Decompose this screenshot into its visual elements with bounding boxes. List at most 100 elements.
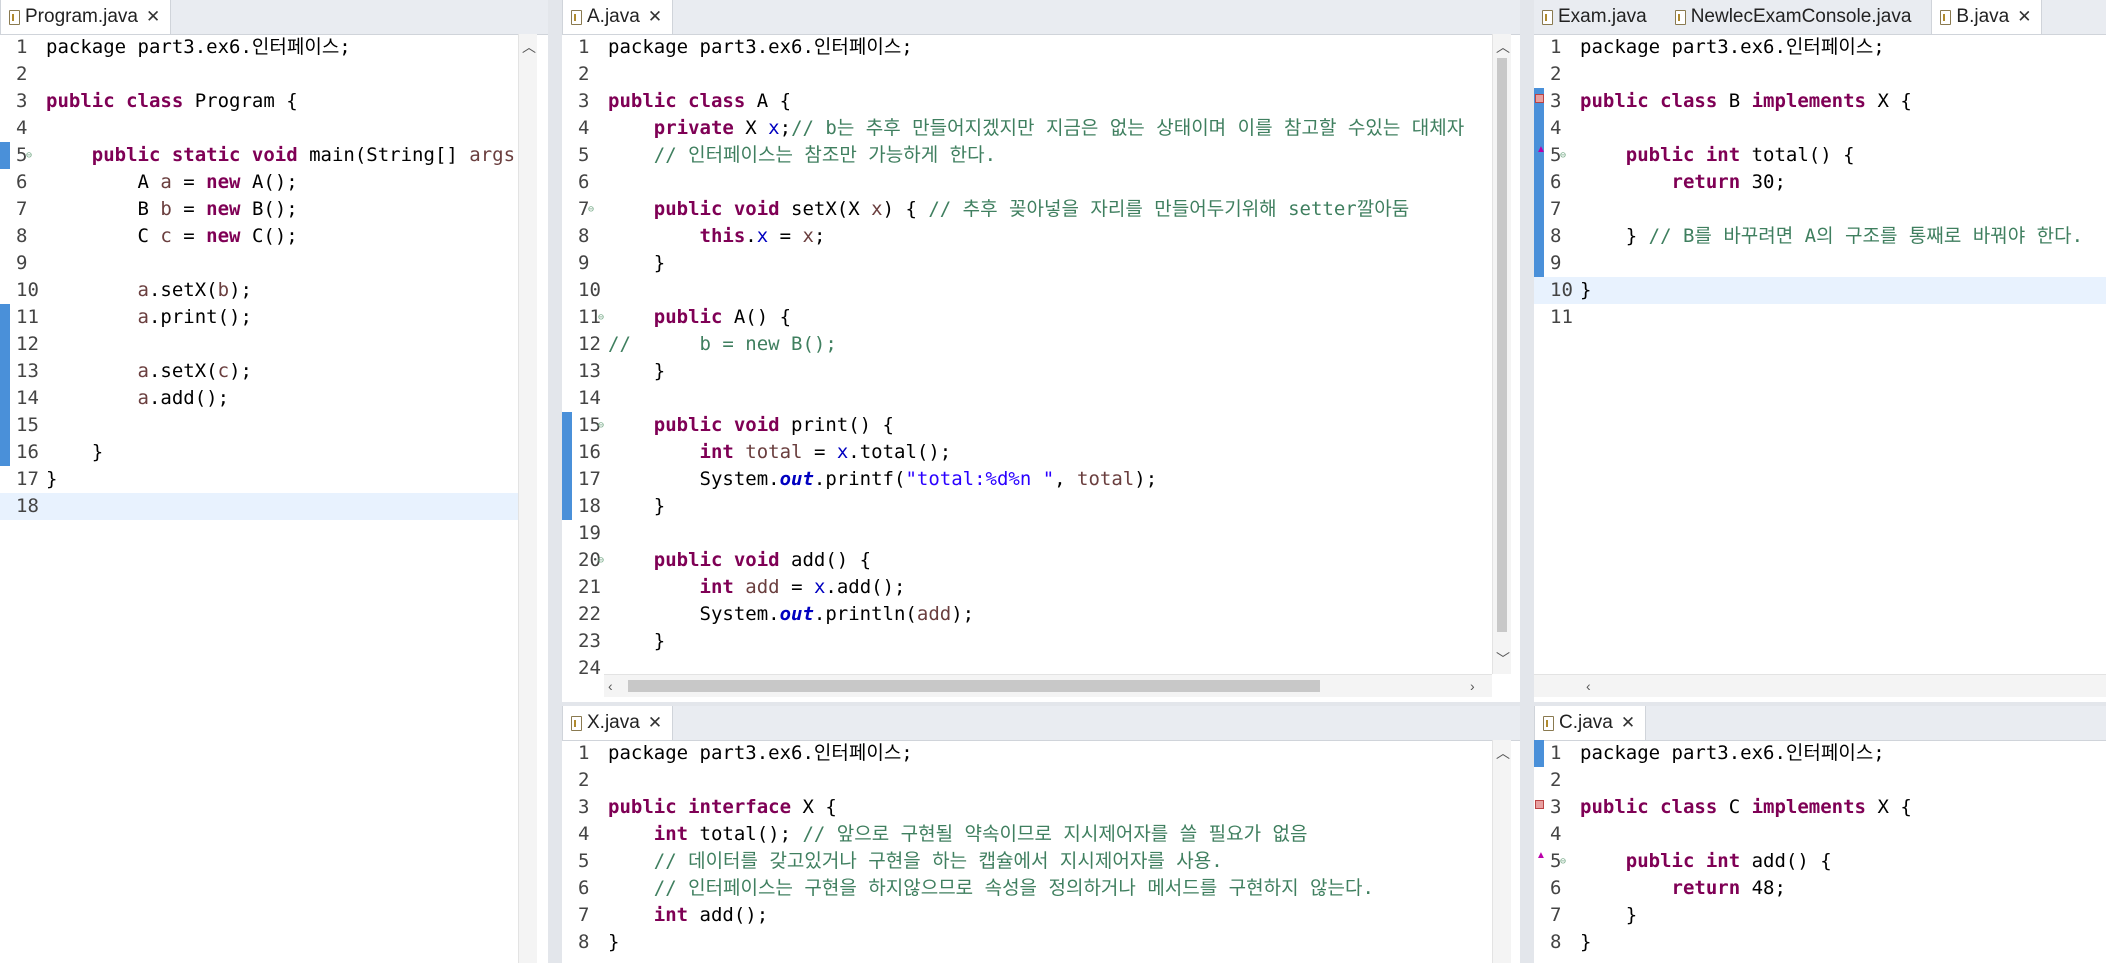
code-line[interactable]: 8 C c = new C(); (0, 223, 518, 250)
fold-toggle-icon[interactable]: ⊖ (1560, 142, 1566, 169)
code-line[interactable]: 21 int add = x.add(); (562, 574, 1494, 601)
scroll-down-arrow-icon[interactable]: ﹀ (1496, 650, 1510, 668)
fold-toggle-icon[interactable]: ⊖ (26, 142, 32, 169)
code-line[interactable]: 10 a.setX(b); (0, 277, 518, 304)
code-line[interactable]: 3 public class B implements X { (1534, 88, 2106, 115)
code-line[interactable]: 7 (1534, 196, 2106, 223)
fold-toggle-icon[interactable]: ⊖ (598, 412, 604, 439)
code-line[interactable]: 15 (0, 412, 518, 439)
code-line[interactable]: 5 ⊖ public int total() { (1534, 142, 2106, 169)
code-line[interactable]: 1 package part3.ex6.인터페이스; (1534, 34, 2106, 61)
code-line[interactable]: 7 B b = new B(); (0, 196, 518, 223)
code-line[interactable]: 8} (562, 929, 1494, 956)
code-line[interactable]: 2 (562, 61, 1494, 88)
code-line[interactable]: 13 } (562, 358, 1494, 385)
vertical-scrollbar-program[interactable]: ︿ (518, 34, 537, 963)
code-line[interactable]: 4 (0, 115, 518, 142)
tab-b-1[interactable]: NewlecExamConsole.java (1667, 0, 1922, 34)
scroll-up-arrow-icon[interactable]: ︿ (1496, 38, 1510, 56)
code-line[interactable]: 7 ⊖ public void setX(X x) { // 추후 꽂아넣을 자리… (562, 196, 1494, 223)
code-line[interactable]: 9 (0, 250, 518, 277)
code-line[interactable]: 15 ⊖ public void print() { (562, 412, 1494, 439)
tab-b-2[interactable]: B.java ✕ (1931, 0, 2043, 34)
code-line[interactable]: 4 (1534, 821, 2106, 848)
code-line[interactable]: 5 ⊖ public int add() { (1534, 848, 2106, 875)
code-line[interactable]: 6 // 인터페이스는 구현을 하지않으므로 속성을 정의하거나 메서드를 구현… (562, 875, 1494, 902)
code-line[interactable]: 19 (562, 520, 1494, 547)
scroll-up-arrow-icon[interactable]: ︿ (522, 38, 536, 56)
vertical-scrollbar-x[interactable]: ︿ (1492, 740, 1511, 963)
close-icon[interactable]: ✕ (648, 713, 662, 733)
code-line[interactable]: 1 package part3.ex6.인터페이스; (562, 34, 1494, 61)
code-line[interactable]: 5 ⊖ public static void main(String[] args (0, 142, 518, 169)
code-line[interactable]: 10 (562, 277, 1494, 304)
code-line[interactable]: 4 (1534, 115, 2106, 142)
scroll-left-arrow-icon[interactable]: ‹ (1586, 677, 1591, 695)
code-line[interactable]: 1 package part3.ex6.인터페이스; (0, 34, 518, 61)
code-line[interactable]: 9 (1534, 250, 2106, 277)
code-line[interactable]: 5 // 데이터를 갖고있거나 구현을 하는 캡슐에서 지시제어자를 사용. (562, 848, 1494, 875)
code-line[interactable]: 6 (562, 169, 1494, 196)
fold-toggle-icon[interactable]: ⊖ (598, 547, 604, 574)
code-line[interactable]: 11 (1534, 304, 2106, 331)
code-line[interactable]: 24 (562, 655, 1494, 674)
code-line[interactable]: 23 } (562, 628, 1494, 655)
code-line[interactable]: 6 return 30; (1534, 169, 2106, 196)
close-icon[interactable]: ✕ (1621, 713, 1635, 733)
fold-toggle-icon[interactable]: ⊖ (598, 304, 604, 331)
close-icon[interactable]: ✕ (146, 7, 160, 27)
code-line[interactable]: 2 (1534, 61, 2106, 88)
code-line[interactable]: 13 a.setX(c); (0, 358, 518, 385)
code-line[interactable]: 4 int total(); // 앞으로 구현될 약속이므로 지시제어자를 쓸… (562, 821, 1494, 848)
code-line[interactable]: 6 A a = new A(); (0, 169, 518, 196)
code-line[interactable]: 11 ⊖ public A() { (562, 304, 1494, 331)
code-line[interactable]: 16 int total = x.total(); (562, 439, 1494, 466)
scroll-left-arrow-icon[interactable]: ‹ (608, 677, 613, 695)
scroll-right-arrow-icon[interactable]: › (1470, 677, 1475, 695)
code-line[interactable]: 2 (1534, 767, 2106, 794)
tab-a-0[interactable]: A.java ✕ (562, 0, 674, 34)
tab-c-0[interactable]: C.java ✕ (1534, 706, 1647, 740)
code-line[interactable]: 17 System.out.printf("total:%d%n ", tota… (562, 466, 1494, 493)
code-line[interactable]: 18 } (562, 493, 1494, 520)
code-line[interactable]: 14 a.add(); (0, 385, 518, 412)
code-line[interactable]: 3 public interface X { (562, 794, 1494, 821)
code-line[interactable]: 6 return 48; (1534, 875, 2106, 902)
tab-b-0[interactable]: Exam.java (1534, 0, 1657, 34)
code-line[interactable]: 10} (1534, 277, 2106, 304)
code-line[interactable]: 8 } // B를 바꾸려면 A의 구조를 통째로 바꿔야 한다. (1534, 223, 2106, 250)
code-line[interactable]: 3 public class C implements X { (1534, 794, 2106, 821)
horizontal-scrollbar-b[interactable]: ‹ (1534, 674, 2106, 697)
code-line[interactable]: 9 } (562, 250, 1494, 277)
code-line[interactable]: 1 package part3.ex6.인터페이스; (1534, 740, 2106, 767)
code-line[interactable]: 8} (1534, 929, 2106, 956)
code-line[interactable]: 17} (0, 466, 518, 493)
code-line[interactable]: 11 a.print(); (0, 304, 518, 331)
close-icon[interactable]: ✕ (2017, 7, 2031, 27)
horizontal-scrollbar-a[interactable]: ‹ › (604, 674, 1492, 697)
tab-x-0[interactable]: X.java ✕ (562, 706, 674, 740)
close-icon[interactable]: ✕ (648, 7, 662, 27)
code-line[interactable]: 7 int add(); (562, 902, 1494, 929)
code-line[interactable]: 7 } (1534, 902, 2106, 929)
fold-toggle-icon[interactable]: ⊖ (588, 196, 594, 223)
scroll-up-arrow-icon[interactable]: ︿ (1496, 744, 1510, 762)
fold-toggle-icon[interactable]: ⊖ (1560, 848, 1566, 875)
code-editor-b[interactable]: ▲ 1 package part3.ex6.인터페이스; 2 3 public clas… (1534, 34, 2106, 702)
code-line[interactable]: 8 this.x = x; (562, 223, 1494, 250)
code-line[interactable]: 12 // b = new B(); (562, 331, 1494, 358)
code-editor-x[interactable]: 1 package part3.ex6.인터페이스; 2 3 public interf… (562, 740, 1520, 963)
code-editor-c[interactable]: ▲ 1 package part3.ex6.인터페이스; 2 3 public clas… (1534, 740, 2106, 963)
code-line[interactable]: 5 // 인터페이스는 참조만 가능하게 한다. (562, 142, 1494, 169)
code-line[interactable]: 12 (0, 331, 518, 358)
code-line[interactable]: 2 (562, 767, 1494, 794)
code-editor-program[interactable]: 1 package part3.ex6.인터페이스; 2 3 public class … (0, 34, 548, 963)
code-line[interactable]: 3 public class Program { (0, 88, 518, 115)
vertical-scrollbar-a[interactable]: ︿ ﹀ (1492, 34, 1511, 674)
code-line[interactable]: 20 ⊖ public void add() { (562, 547, 1494, 574)
tab-program-0[interactable]: Program.java ✕ (0, 0, 172, 34)
code-editor-a[interactable]: 1 package part3.ex6.인터페이스; 2 3 public class … (562, 34, 1520, 702)
code-line[interactable]: 16 } (0, 439, 518, 466)
code-line[interactable]: 18 (0, 493, 518, 520)
code-line[interactable]: 4 private X x;// b는 추후 만들어지겠지만 지금은 없는 상태… (562, 115, 1494, 142)
